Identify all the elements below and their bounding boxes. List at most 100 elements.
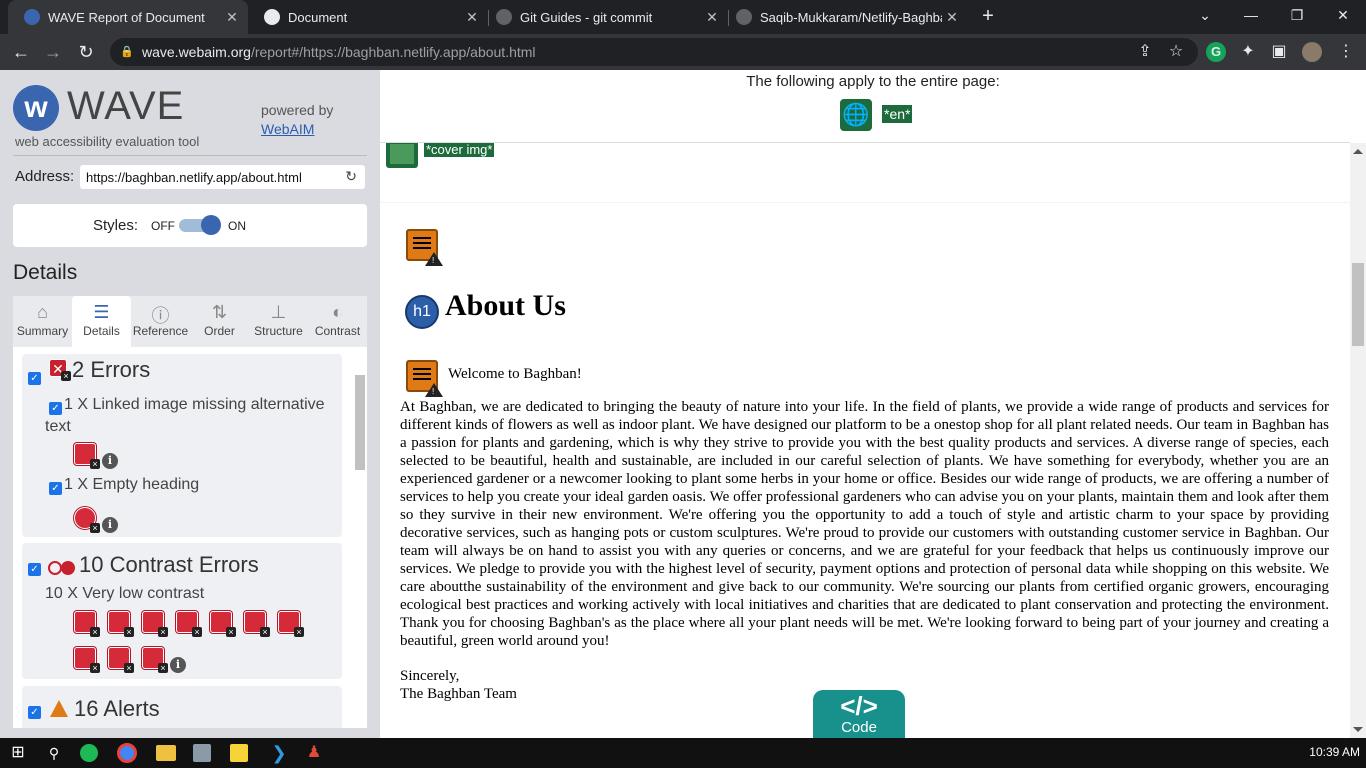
code-button[interactable]: </> Code bbox=[813, 690, 905, 738]
chrome-icon[interactable] bbox=[117, 743, 137, 763]
close-window-button[interactable]: ✕ bbox=[1320, 0, 1366, 34]
alert-layout-icon[interactable] bbox=[406, 360, 443, 397]
tab-details[interactable]: ☰ Details bbox=[72, 296, 131, 347]
image-feature-icon[interactable] bbox=[386, 140, 418, 168]
contrast-error-icon[interactable] bbox=[244, 611, 270, 637]
close-tab-icon[interactable]: ✕ bbox=[942, 9, 962, 26]
address-input[interactable]: https://baghban.netlify.app/about.html ↻ bbox=[80, 165, 365, 189]
page-scrollbar[interactable] bbox=[1350, 143, 1366, 738]
contrast-error-icon[interactable] bbox=[108, 611, 134, 637]
reload-button[interactable]: ↻ bbox=[74, 40, 98, 64]
contrast-error-icon[interactable] bbox=[74, 611, 100, 637]
contrast-checkbox[interactable]: ✓ bbox=[28, 563, 41, 576]
contrast-error-icon[interactable] bbox=[210, 611, 236, 637]
contrast-error-icon[interactable] bbox=[142, 611, 168, 637]
tab-label: Order bbox=[204, 324, 235, 338]
errors-checkbox[interactable]: ✓ bbox=[28, 372, 41, 385]
home-icon: ⌂ bbox=[37, 302, 48, 322]
side-panel-icon[interactable]: ▣ bbox=[1269, 42, 1289, 62]
vscode-icon[interactable]: ❯ bbox=[267, 742, 291, 764]
info-icon[interactable]: i bbox=[170, 657, 186, 673]
maximize-button[interactable]: ❐ bbox=[1274, 0, 1320, 34]
menu-kebab-icon[interactable]: ⋮ bbox=[1336, 42, 1356, 62]
scroll-down-arrow-icon[interactable] bbox=[1353, 727, 1363, 732]
panel-scroll-thumb[interactable] bbox=[355, 375, 365, 470]
empty-heading-error-icon[interactable] bbox=[74, 507, 100, 533]
close-tab-icon[interactable]: ✕ bbox=[462, 9, 482, 26]
forward-button[interactable]: → bbox=[41, 40, 65, 64]
minimize-button[interactable]: — bbox=[1228, 0, 1274, 34]
tab-structure[interactable]: ⊥ Structure bbox=[249, 296, 308, 347]
search-icon[interactable]: ⚲ bbox=[42, 742, 66, 764]
info-icon[interactable]: i bbox=[102, 517, 118, 533]
alert-layout-icon[interactable] bbox=[406, 229, 443, 266]
tab-git-guides[interactable]: Git Guides - git commit ✕ bbox=[480, 0, 728, 34]
taskbar-clock: 10:39 AM bbox=[1309, 745, 1360, 759]
contrast-heading: 10 Contrast Errors bbox=[79, 552, 259, 577]
alerts-checkbox[interactable]: ✓ bbox=[28, 706, 41, 719]
contrast-error-icon[interactable] bbox=[108, 647, 134, 673]
info-icon[interactable]: i bbox=[102, 453, 118, 469]
cover-img-tag: *cover img* bbox=[424, 142, 495, 157]
address-label: Address: bbox=[15, 168, 75, 185]
refresh-icon[interactable]: ↻ bbox=[345, 168, 357, 185]
structure-icon: ⊥ bbox=[270, 302, 287, 322]
app-icon[interactable]: ♟ bbox=[302, 742, 326, 764]
address-value: https://baghban.netlify.app/about.html bbox=[86, 170, 302, 185]
tab-order[interactable]: ⇅ Order bbox=[190, 296, 249, 347]
grammarly-extension-icon[interactable]: G bbox=[1206, 42, 1226, 62]
code-button-label: Code bbox=[841, 719, 877, 736]
wave-logo-icon: w bbox=[13, 85, 59, 131]
share-icon[interactable]: ⇪ bbox=[1135, 42, 1155, 62]
file-explorer-icon[interactable] bbox=[156, 745, 176, 761]
contrast-error-icon[interactable] bbox=[278, 611, 304, 637]
about-paragraph: At Baghban, we are dedicated to bringing… bbox=[400, 399, 1329, 649]
extensions-puzzle-icon[interactable]: ✦ bbox=[1238, 42, 1258, 62]
tab-reference[interactable]: ⓘ Reference bbox=[131, 296, 190, 347]
image-glyph bbox=[390, 144, 414, 164]
app-icon[interactable] bbox=[193, 744, 211, 762]
sticky-notes-icon[interactable] bbox=[230, 744, 248, 762]
page-scroll-thumb[interactable] bbox=[1352, 263, 1364, 346]
empty-heading-checkbox[interactable]: ✓ bbox=[49, 482, 62, 495]
alert-triangle-icon bbox=[50, 700, 68, 717]
details-heading: Details bbox=[13, 261, 78, 284]
spotify-icon[interactable] bbox=[80, 744, 98, 762]
tab-document[interactable]: Document ✕ bbox=[248, 0, 488, 34]
tab-search-button[interactable]: ⌄ bbox=[1182, 0, 1228, 34]
back-button[interactable]: ← bbox=[9, 40, 33, 64]
alerts-card: ✓ 16 Alerts bbox=[22, 686, 342, 728]
scroll-up-arrow-icon[interactable] bbox=[1353, 149, 1363, 154]
tab-contrast[interactable]: ◐ Contrast bbox=[308, 296, 367, 347]
page-apply-text: The following apply to the entire page: bbox=[746, 73, 1000, 90]
close-tab-icon[interactable]: ✕ bbox=[222, 9, 242, 26]
h1-structure-icon[interactable]: h1 bbox=[405, 295, 439, 329]
webaim-link[interactable]: WebAIM bbox=[261, 121, 314, 137]
close-tab-icon[interactable]: ✕ bbox=[702, 9, 722, 26]
tab-title: Git Guides - git commit bbox=[520, 9, 653, 25]
contrast-icon-fill bbox=[61, 561, 75, 575]
wave-sidebar: w WAVE web accessibility evaluation tool… bbox=[0, 70, 380, 738]
styles-off-label: OFF bbox=[151, 219, 175, 233]
tab-wave-report[interactable]: WAVE Report of Document ✕ bbox=[8, 0, 248, 34]
contrast-error-icon[interactable] bbox=[176, 611, 202, 637]
windows-start-icon[interactable]: ⊞ bbox=[6, 742, 30, 764]
contrast-icon: ◐ bbox=[332, 302, 343, 322]
contrast-error-icon[interactable] bbox=[74, 647, 100, 673]
bookmark-star-icon[interactable]: ☆ bbox=[1166, 42, 1186, 62]
page-level-bar: The following apply to the entire page: … bbox=[380, 70, 1350, 143]
panel-scrollbar[interactable] bbox=[355, 359, 365, 728]
profile-avatar[interactable] bbox=[1302, 42, 1322, 62]
tab-summary[interactable]: ⌂ Summary bbox=[13, 296, 72, 347]
styles-toggle[interactable] bbox=[179, 215, 221, 235]
styles-on-label: ON bbox=[228, 219, 246, 233]
address-bar[interactable]: 🔒 wave.webaim.org /report#/https://baghb… bbox=[110, 38, 1198, 66]
new-tab-button[interactable]: + bbox=[976, 4, 1000, 28]
language-globe-icon[interactable]: 🌐 bbox=[840, 99, 872, 131]
tab-netlify-baghban[interactable]: Saqib-Mukkaram/Netlify-Baghba ✕ bbox=[720, 0, 968, 34]
linked-image-error-icon[interactable] bbox=[74, 443, 100, 469]
contrast-error-icon[interactable] bbox=[142, 647, 168, 673]
powered-by: powered by WebAIM bbox=[261, 101, 333, 139]
info-icon: ⓘ bbox=[151, 306, 170, 326]
styles-toggle-panel: Styles: OFF ON bbox=[13, 204, 367, 247]
